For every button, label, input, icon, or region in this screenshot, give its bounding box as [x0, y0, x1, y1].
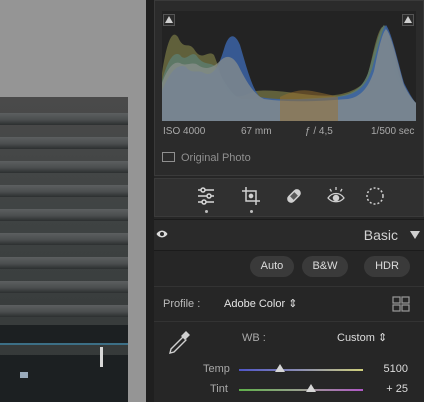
- histogram-graph[interactable]: [162, 11, 416, 121]
- profile-browser-grid-icon[interactable]: [392, 296, 410, 312]
- exif-iso: ISO 4000: [163, 126, 206, 137]
- temp-slider-track[interactable]: [239, 369, 363, 371]
- temp-label: Temp: [203, 363, 230, 375]
- photo-canvas[interactable]: [0, 0, 146, 402]
- tint-value[interactable]: + 25: [386, 383, 408, 395]
- profile-select[interactable]: Adobe Color ⇕: [224, 297, 297, 310]
- panel-title: Basic: [363, 227, 398, 243]
- photo-preview[interactable]: [0, 97, 128, 402]
- temp-value[interactable]: 5100: [384, 363, 408, 375]
- develop-panel: ISO 4000 67 mm ƒ / 4,5 1/500 sec Origina…: [154, 0, 424, 402]
- original-photo-toggle[interactable]: Original Photo: [162, 152, 251, 166]
- crop-indicator: [250, 210, 253, 213]
- white-balance-eyedropper-icon[interactable]: [164, 326, 194, 360]
- exif-shutter: 1/500 sec: [371, 126, 415, 137]
- original-photo-label: Original Photo: [181, 152, 251, 164]
- red-eye-icon[interactable]: [325, 185, 347, 207]
- healing-icon[interactable]: [283, 185, 305, 207]
- exif-focal-length: 67 mm: [241, 126, 272, 137]
- bw-button[interactable]: B&W: [302, 256, 348, 277]
- checkbox-icon[interactable]: [162, 152, 175, 162]
- basic-panel-header[interactable]: Basic: [154, 219, 424, 251]
- temp-slider-thumb[interactable]: [274, 364, 285, 372]
- exif-aperture: ƒ / 4,5: [305, 126, 333, 137]
- profile-label: Profile :: [163, 298, 201, 310]
- auto-button[interactable]: Auto: [250, 256, 294, 277]
- shadow-clipping-icon[interactable]: [163, 14, 175, 26]
- profile-row: Profile : Adobe Color ⇕: [154, 286, 424, 322]
- highlight-clipping-icon[interactable]: [402, 14, 414, 26]
- tint-slider-thumb[interactable]: [305, 384, 316, 392]
- tool-strip: [154, 178, 424, 217]
- tint-slider-track[interactable]: [239, 389, 363, 391]
- tint-label: Tint: [210, 383, 228, 395]
- edit-sliders-icon[interactable]: [195, 185, 217, 207]
- crop-icon[interactable]: [240, 185, 262, 207]
- wb-label: WB :: [242, 332, 266, 344]
- visibility-eye-icon[interactable]: [156, 229, 168, 239]
- histogram-panel: ISO 4000 67 mm ƒ / 4,5 1/500 sec Origina…: [154, 0, 424, 176]
- panel-divider: [146, 0, 154, 402]
- masking-icon[interactable]: [364, 185, 386, 207]
- wb-select[interactable]: Custom ⇕: [337, 331, 387, 344]
- hdr-button[interactable]: HDR: [364, 256, 410, 277]
- collapse-caret-icon[interactable]: [410, 231, 420, 239]
- active-tool-indicator: [205, 210, 208, 213]
